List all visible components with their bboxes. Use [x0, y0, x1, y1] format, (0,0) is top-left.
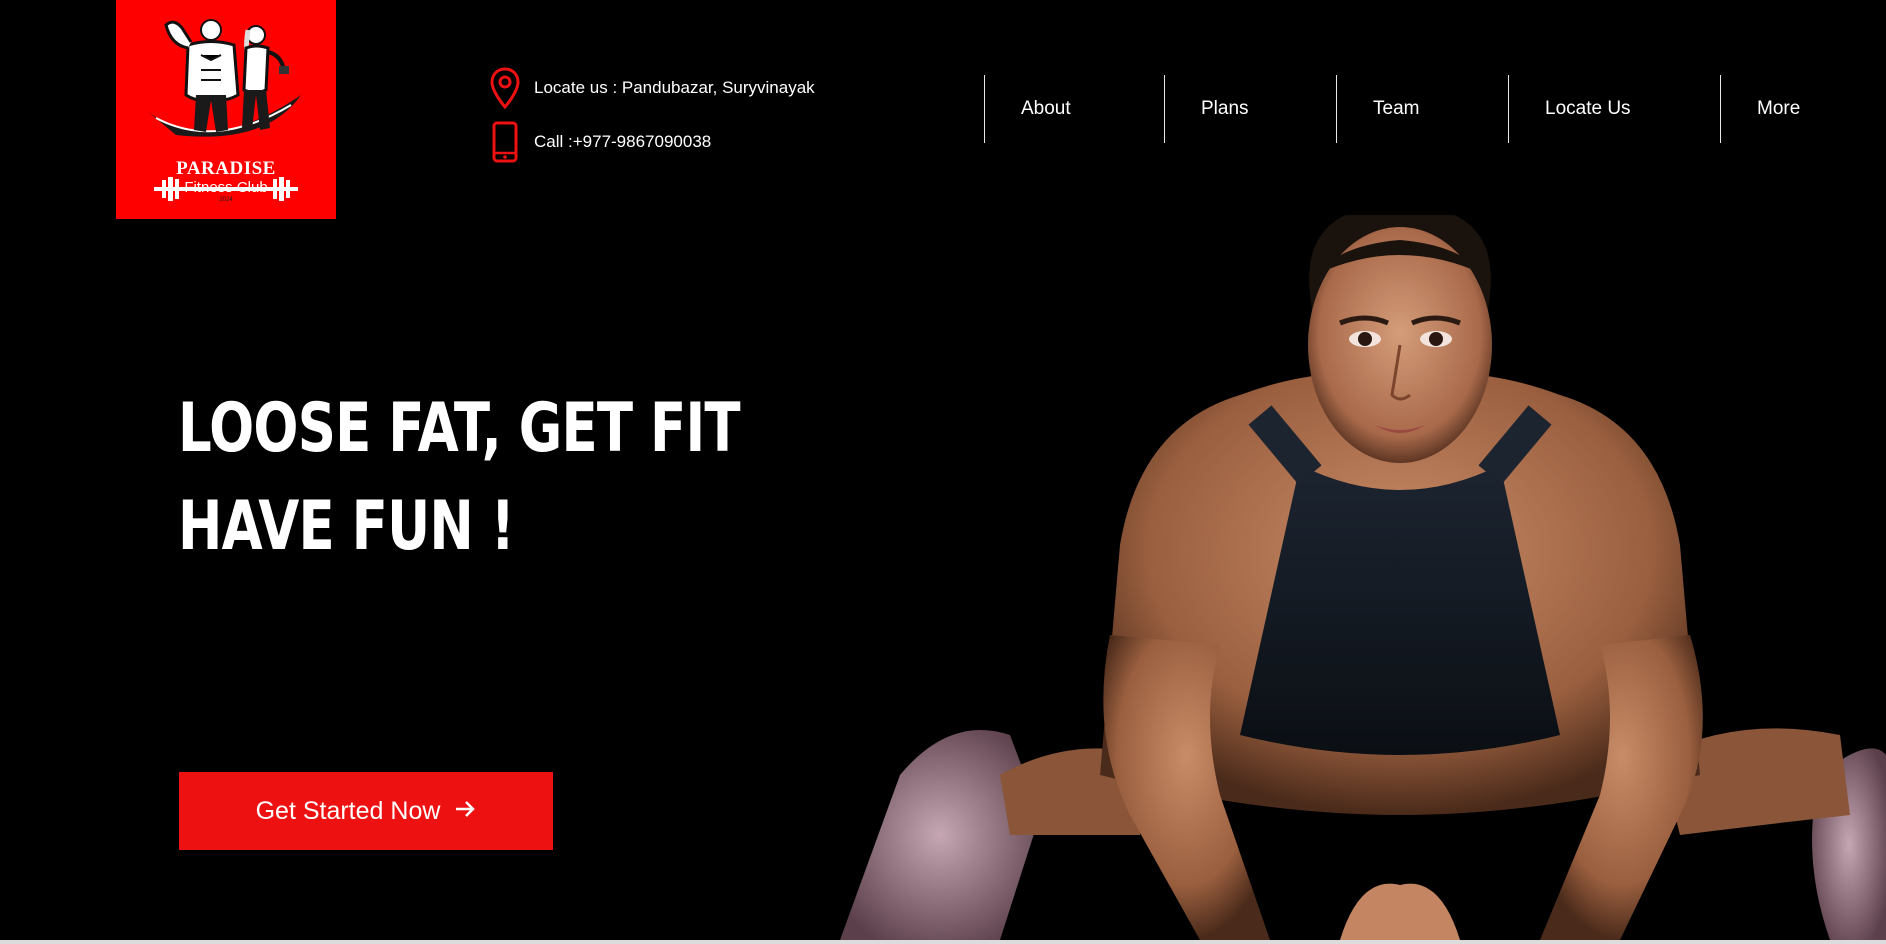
- hero-title-line-2: HAVE FUN !: [178, 487, 515, 566]
- bodybuilder-couple-icon: [146, 19, 301, 137]
- nav-item-label: Locate Us: [1545, 98, 1631, 119]
- horizontal-scrollbar[interactable]: [0, 940, 1886, 944]
- brand-logo[interactable]: PARADISE Fitness Club 2024: [116, 0, 336, 219]
- arrow-right-icon: [454, 797, 476, 825]
- nav-item-plans[interactable]: Plans: [1164, 75, 1335, 143]
- hero-title: LOOSE FAT, GET FIT HAVE FUN !: [178, 380, 741, 576]
- nav-item-label: More: [1757, 98, 1801, 119]
- nav-item-more[interactable]: More: [1720, 75, 1851, 143]
- nav-item-label: About: [1021, 98, 1071, 119]
- hero-title-line-1: LOOSE FAT, GET FIT: [178, 389, 741, 468]
- nav-item-locate-us[interactable]: Locate Us: [1508, 75, 1719, 143]
- nav-item-team[interactable]: Team: [1336, 75, 1507, 143]
- brand-year: 2024: [219, 197, 233, 203]
- phone-text: Call :+977-9867090038: [534, 132, 712, 151]
- get-started-label: Get Started Now: [255, 796, 441, 825]
- phone-info[interactable]: Call :+977-9867090038: [490, 120, 711, 164]
- mobile-phone-icon: [490, 120, 520, 164]
- location-text: Locate us : Pandubazar, Suryvinayak: [534, 78, 815, 97]
- nav-item-label: Plans: [1201, 98, 1249, 119]
- location-info[interactable]: Locate us : Pandubazar, Suryvinayak: [490, 66, 815, 110]
- nav-item-label: Team: [1373, 98, 1420, 119]
- nav-item-about[interactable]: About: [984, 75, 1163, 143]
- woman-plank-exercise-photo: [840, 215, 1886, 940]
- get-started-button[interactable]: Get Started Now: [179, 772, 553, 850]
- map-pin-icon: [490, 66, 520, 110]
